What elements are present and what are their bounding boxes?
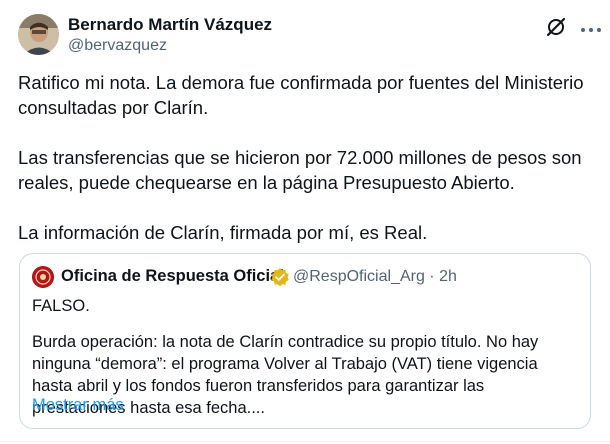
- divider: [0, 441, 610, 442]
- quoted-handle-time: @RespOficial_Arg · 2h: [293, 268, 457, 285]
- author-name[interactable]: Bernardo Martín Vázquez: [68, 15, 272, 35]
- tweet-paragraph: Ratifico mi nota. La demora fue confirma…: [18, 72, 584, 118]
- author-avatar[interactable]: [18, 14, 59, 55]
- tweet-text: Ratifico mi nota. La demora fue confirma…: [18, 70, 588, 270]
- author-handle[interactable]: @bervazquez: [68, 37, 167, 55]
- quoted-avatar: [32, 266, 54, 288]
- quoted-author-name: Oficina de Respuesta Oficial: [61, 267, 284, 285]
- verified-gold-badge-icon: [270, 267, 290, 287]
- quoted-paragraph: FALSO.: [32, 297, 90, 315]
- tweet-paragraph: Las transferencias que se hicieron por 7…: [18, 147, 582, 193]
- tweet-paragraph: La información de Clarín, firmada por mí…: [18, 222, 428, 243]
- more-horizontal-icon[interactable]: [580, 22, 602, 32]
- grok-icon[interactable]: [544, 15, 568, 39]
- quoted-tweet[interactable]: Oficina de Respuesta Oficial @RespOficia…: [19, 253, 591, 429]
- show-more-link[interactable]: Mostrar más: [32, 396, 124, 415]
